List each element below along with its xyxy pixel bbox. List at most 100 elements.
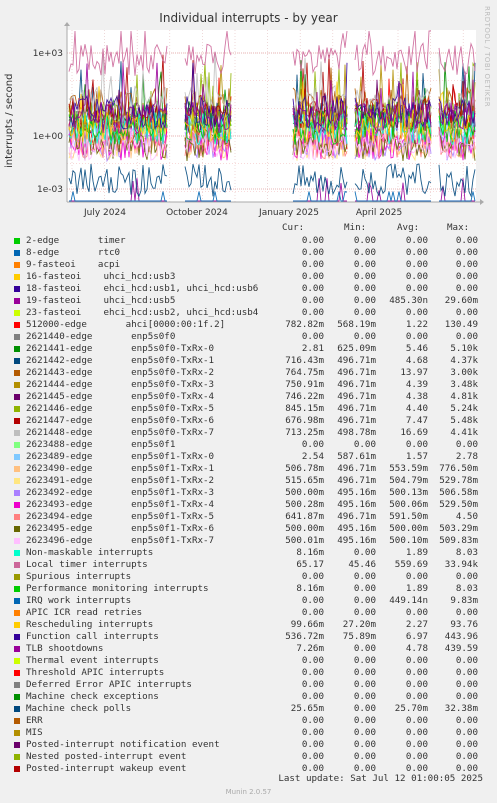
legend-label: 8-edge rtc0 (26, 247, 121, 258)
legend-min-value: 587.61m (337, 451, 376, 462)
legend-cur-value: 0.00 (301, 331, 324, 342)
legend-max-value: 0.00 (455, 727, 478, 738)
legend-row: 2623492-edge enp5s0f1-TxRx-3 500.00m 495.1… (0, 487, 497, 499)
legend-row: Thermal event interrupts 0.00 0.00 0.00 0.00 (0, 655, 497, 667)
legend-max-value: 0.00 (455, 655, 478, 666)
legend-min-value: 496.71m (337, 391, 376, 402)
legend-swatch (14, 334, 20, 340)
legend-max-value: 0.00 (455, 439, 478, 450)
legend-label: Posted-interrupt wakeup event (26, 763, 187, 774)
legend-max-value: 529.78m (439, 475, 478, 486)
legend-cur-value: 746.22m (285, 391, 324, 402)
legend-label: IRQ work interrupts (26, 595, 132, 606)
legend-label: 19-fasteoi uhci_hcd:usb5 (26, 295, 176, 306)
legend-max-value: 0.00 (455, 307, 478, 318)
legend-max-value: 9.83m (450, 595, 478, 606)
legend-swatch (14, 682, 20, 688)
legend-swatch (14, 670, 20, 676)
legend-swatch (14, 262, 20, 268)
legend-label: Performance monitoring interrupts (26, 583, 209, 594)
legend-max-value: 0.00 (455, 691, 478, 702)
legend-row: 2623489-edge enp5s0f1-TxRx-0 2.54 587.61m 1… (0, 451, 497, 463)
legend-label: 9-fasteoi acpi (26, 259, 121, 270)
legend-swatch (14, 550, 20, 556)
legend-min-value: 0.00 (353, 307, 376, 318)
legend-swatch (14, 382, 20, 388)
legend-min-value: 496.71m (337, 475, 376, 486)
legend-row: 2621442-edge enp5s0f0-TxRx-1 716.43m 496.7… (0, 355, 497, 367)
legend-min-value: 625.09m (337, 343, 376, 354)
legend-min-value: 0.00 (353, 247, 376, 258)
legend-min-value: 75.89m (342, 631, 376, 642)
legend-min-value: 496.71m (337, 379, 376, 390)
legend-cur-value: 0.00 (301, 271, 324, 282)
legend-label: 2621447-edge enp5s0f0-TxRx-6 (26, 415, 215, 426)
legend-row: 2621448-edge enp5s0f0-TxRx-7 713.25m 498.7… (0, 427, 497, 439)
legend-max-value: 8.03 (455, 583, 478, 594)
legend-row: Performance monitoring interrupts 8.16m 0.… (0, 583, 497, 595)
legend-swatch (14, 310, 20, 316)
y-tick-label: 1e-03 (37, 185, 63, 195)
legend-cur-value: 0.00 (301, 235, 324, 246)
legend-cur-value: 782.82m (285, 319, 324, 330)
legend-cur-value: 515.65m (285, 475, 324, 486)
legend-cur-value: 0.00 (301, 247, 324, 258)
legend-label: 2623488-edge enp5s0f1 (26, 439, 176, 450)
legend-max-value: 0.00 (455, 235, 478, 246)
legend-cur-value: 8.16m (296, 583, 324, 594)
legend-max-value: 4.37k (450, 355, 478, 366)
legend-max-value: 32.38m (444, 703, 478, 714)
legend-label: TLB shootdowns (26, 643, 104, 654)
legend-min-value: 0.00 (353, 727, 376, 738)
legend-cur-value: 0.00 (301, 595, 324, 606)
legend-max-value: 776.50m (439, 463, 478, 474)
legend-row: 2623488-edge enp5s0f1 0.00 0.00 0.00 0.00 (0, 439, 497, 451)
legend-label: Function call interrupts (26, 631, 159, 642)
legend-label: 2-edge timer (26, 235, 126, 246)
legend-cur-value: 764.75m (285, 367, 324, 378)
legend-max-value: 4.81k (450, 391, 478, 402)
legend-cur-value: 0.00 (301, 283, 324, 294)
legend-cur-value: 0.00 (301, 307, 324, 318)
legend-label: 2623496-edge enp5s0f1-TxRx-7 (26, 535, 215, 546)
legend-swatch (14, 634, 20, 640)
legend-cur-value: 500.01m (285, 535, 324, 546)
legend-cur-value: 641.87m (285, 511, 324, 522)
legend-max-value: 439.59 (444, 643, 478, 654)
legend-swatch (14, 514, 20, 520)
legend-max-value: 4.41k (450, 427, 478, 438)
legend-max-value: 0.00 (455, 667, 478, 678)
legend-label: 2621448-edge enp5s0f0-TxRx-7 (26, 427, 215, 438)
legend-row: 9-fasteoi acpi 0.00 0.00 0.00 0.00 (0, 259, 497, 271)
legend-min-value: 496.71m (337, 355, 376, 366)
legend-cur-value: 0.00 (301, 691, 324, 702)
legend-row: Nested posted-interrupt event 0.00 0.00 0.0… (0, 751, 497, 763)
legend-swatch (14, 646, 20, 652)
legend-label: APIC ICR read retries (26, 607, 143, 618)
legend-cur-value: 0.00 (301, 571, 324, 582)
legend-swatch (14, 562, 20, 568)
legend-min-value: 0.00 (353, 235, 376, 246)
legend-label: 2623493-edge enp5s0f1-TxRx-4 (26, 499, 215, 510)
legend-swatch (14, 346, 20, 352)
legend-swatch (14, 766, 20, 772)
legend-row: Machine check exceptions 0.00 0.00 0.00 0.00 (0, 691, 497, 703)
legend-row: Function call interrupts 536.72m 75.89m 6.9… (0, 631, 497, 643)
legend-min-value: 0.00 (353, 679, 376, 690)
legend-max-value: 0.00 (455, 679, 478, 690)
legend-cur-value: 716.43m (285, 355, 324, 366)
legend-cur-value: 0.00 (301, 715, 324, 726)
legend-label: ERR (26, 715, 43, 726)
chart-plot: 1e+03 1e+00 1e-03 July 2024 October 2024 Janu… (33, 22, 484, 218)
legend-cur-value: 7.26m (296, 643, 324, 654)
legend-cur-value: 750.91m (285, 379, 324, 390)
y-axis-arrow (64, 22, 70, 26)
legend-max-value: 0.00 (455, 331, 478, 342)
legend-max-value: 0.00 (455, 751, 478, 762)
legend-max-value: 0.00 (455, 247, 478, 258)
legend-row: TLB shootdowns 7.26m 0.00 4.78 439.59 (0, 643, 497, 655)
legend-min-value: 0.00 (353, 595, 376, 606)
legend-min-value: 0.00 (353, 715, 376, 726)
legend-swatch (14, 418, 20, 424)
legend-cur-value: 0.00 (301, 739, 324, 750)
